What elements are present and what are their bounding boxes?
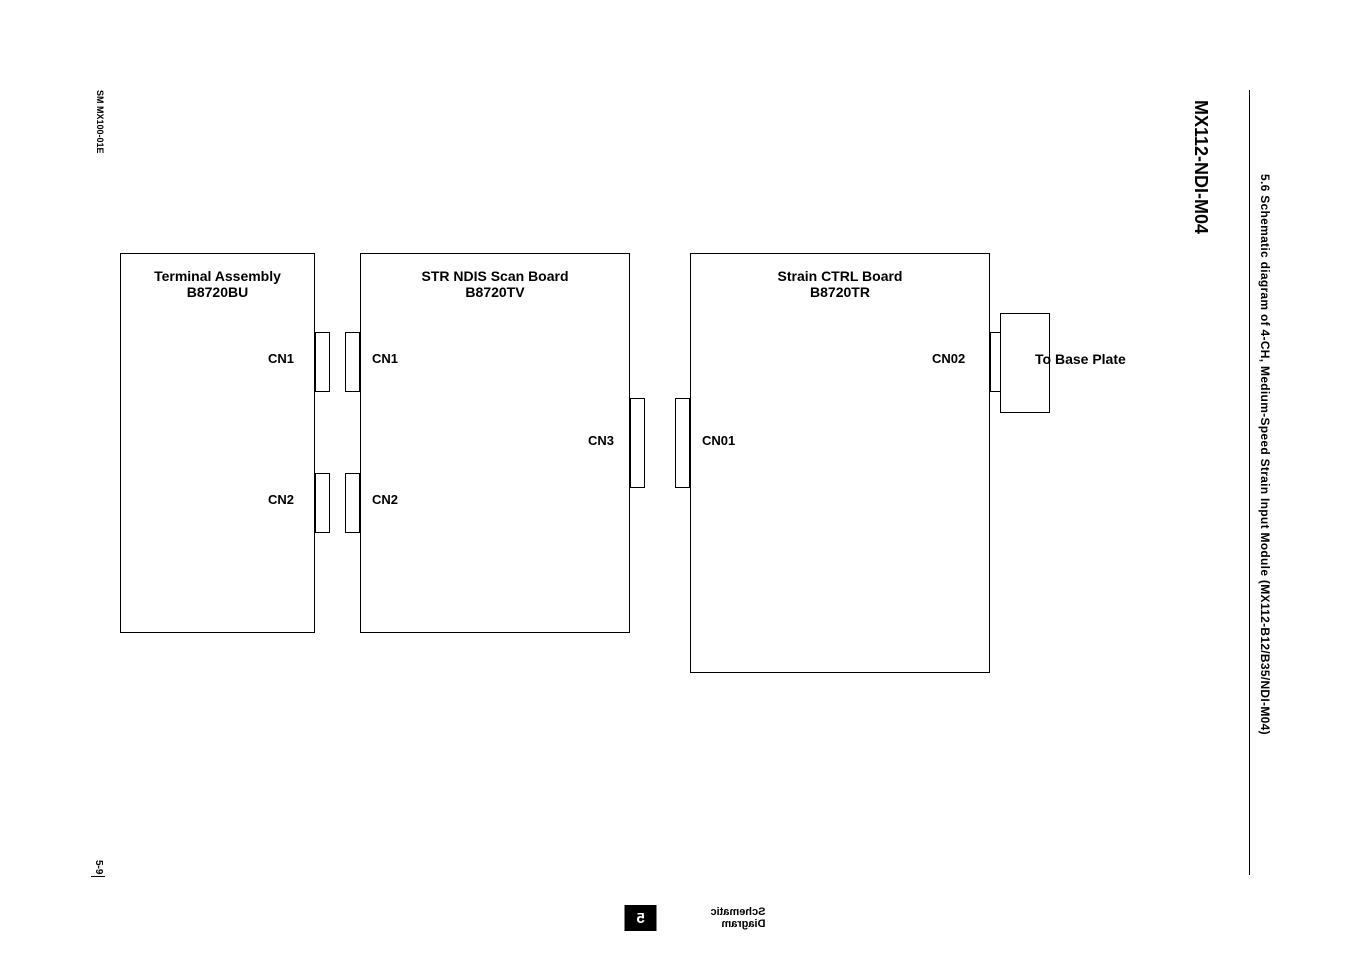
connector-cn2-right — [345, 473, 360, 533]
chapter-number: 5 — [625, 905, 657, 931]
label-cn1-right: CN1 — [372, 351, 398, 366]
label-cn3: CN3 — [588, 433, 614, 448]
block1-title: Terminal Assembly — [121, 268, 314, 284]
connector-cn2-left — [315, 473, 330, 533]
label-cn02: CN02 — [932, 351, 965, 366]
label-cn2-left: CN2 — [268, 492, 294, 507]
document-id: SM MX100-01E — [95, 90, 105, 154]
connector-cn1-left — [315, 332, 330, 392]
schematic-diagram: Terminal Assembly B8720BU CN1 CN2 STR ND… — [120, 253, 1170, 673]
block2-subtitle: B8720TV — [361, 284, 629, 300]
page-number: 5-9 — [93, 860, 104, 874]
connector-cn3 — [630, 398, 645, 488]
section-header: 5.6 Schematic diagram of 4-CH, Medium-Sp… — [1258, 174, 1272, 735]
chapter-label: Schematic Diagram — [665, 906, 766, 930]
block3-title: Strain CTRL Board — [691, 268, 989, 284]
page-title: MX112-NDI-M04 — [1190, 100, 1211, 234]
label-cn1-left: CN1 — [268, 351, 294, 366]
section-header-line — [1249, 90, 1250, 875]
block1-subtitle: B8720BU — [121, 284, 314, 300]
label-cn01: CN01 — [702, 433, 735, 448]
connector-cn1-right — [345, 332, 360, 392]
base-plate-label: To Base Plate — [1035, 351, 1126, 367]
chapter-tab: 5 Schematic Diagram — [625, 905, 765, 931]
ctrl-board-block: Strain CTRL Board B8720TR — [690, 253, 990, 673]
label-cn2-right: CN2 — [372, 492, 398, 507]
block3-subtitle: B8720TR — [691, 284, 989, 300]
block2-title: STR NDIS Scan Board — [361, 268, 629, 284]
terminal-assembly-block: Terminal Assembly B8720BU — [120, 253, 315, 633]
connector-cn01 — [675, 398, 690, 488]
page-number-line — [91, 876, 105, 877]
